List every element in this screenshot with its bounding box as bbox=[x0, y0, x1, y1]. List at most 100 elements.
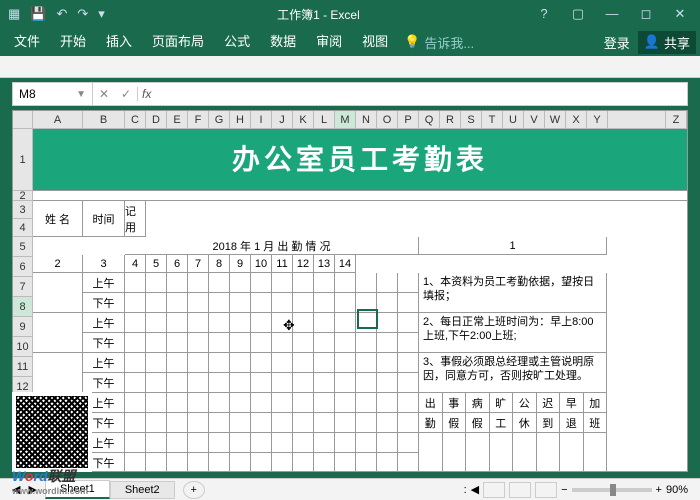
col-header[interactable]: K bbox=[293, 111, 314, 129]
col-header[interactable]: T bbox=[482, 111, 503, 129]
row-header[interactable]: 3 bbox=[13, 201, 33, 219]
qat-more-icon[interactable]: ▾ bbox=[98, 6, 105, 22]
cancel-icon[interactable]: ✕ bbox=[93, 87, 115, 101]
col-header[interactable]: V bbox=[524, 111, 545, 129]
enter-icon[interactable]: ✓ bbox=[115, 87, 137, 101]
cell[interactable]: 姓 名 bbox=[33, 201, 83, 237]
col-header[interactable]: D bbox=[146, 111, 167, 129]
row-header[interactable]: 7 bbox=[13, 277, 33, 297]
tab-view[interactable]: 视图 bbox=[352, 28, 398, 56]
tell-me[interactable]: 💡告诉我... bbox=[398, 33, 480, 52]
view-layout-icon[interactable] bbox=[509, 482, 531, 498]
cell[interactable]: 13 bbox=[314, 255, 335, 273]
cell[interactable]: 出 bbox=[419, 393, 443, 413]
cell[interactable] bbox=[33, 273, 83, 313]
row-header[interactable]: 8 bbox=[13, 297, 33, 317]
col-header[interactable]: Q bbox=[419, 111, 440, 129]
cell[interactable]: 2 bbox=[33, 255, 83, 273]
cell[interactable]: 下午 bbox=[83, 333, 125, 353]
cell[interactable]: 下午 bbox=[83, 373, 125, 393]
cell[interactable]: 9 bbox=[230, 255, 251, 273]
col-header[interactable]: W bbox=[545, 111, 566, 129]
col-header[interactable]: H bbox=[230, 111, 251, 129]
row-header[interactable]: 2 bbox=[13, 191, 33, 201]
view-normal-icon[interactable] bbox=[483, 482, 505, 498]
login-link[interactable]: 登录 bbox=[604, 33, 630, 52]
scroll-left-icon[interactable]: ◀ bbox=[471, 483, 479, 496]
col-header[interactable]: Y bbox=[587, 111, 608, 129]
share-button[interactable]: 👤共享 bbox=[638, 31, 696, 54]
sheet-tab-2[interactable]: Sheet2 bbox=[110, 481, 175, 499]
cell[interactable]: 3 bbox=[83, 255, 125, 273]
cell[interactable]: 8 bbox=[209, 255, 230, 273]
cell[interactable]: 6 bbox=[167, 255, 188, 273]
col-header[interactable]: N bbox=[356, 111, 377, 129]
col-header[interactable]: G bbox=[209, 111, 230, 129]
tab-home[interactable]: 开始 bbox=[50, 28, 96, 56]
col-header[interactable] bbox=[608, 111, 666, 129]
tab-review[interactable]: 审阅 bbox=[306, 28, 352, 56]
col-header[interactable]: C bbox=[125, 111, 146, 129]
tab-insert[interactable]: 插入 bbox=[96, 28, 142, 56]
cell[interactable]: 上午 bbox=[83, 353, 125, 373]
cell[interactable]: 下午 bbox=[83, 293, 125, 313]
col-header[interactable]: J bbox=[272, 111, 293, 129]
cell[interactable]: 10 bbox=[251, 255, 272, 273]
col-header[interactable]: L bbox=[314, 111, 335, 129]
cell[interactable]: 2、每日正常上班时间为：早上8:00上班,下午2:00上班; bbox=[419, 313, 607, 353]
cell[interactable]: 14 bbox=[335, 255, 356, 273]
cell[interactable]: 11 bbox=[272, 255, 293, 273]
cell[interactable] bbox=[33, 313, 83, 353]
cell[interactable]: 7 bbox=[188, 255, 209, 273]
row-header[interactable]: 10 bbox=[13, 337, 33, 357]
col-header[interactable]: P bbox=[398, 111, 419, 129]
col-header[interactable]: Z bbox=[666, 111, 687, 129]
select-all-corner[interactable] bbox=[13, 111, 33, 129]
tab-formula[interactable]: 公式 bbox=[214, 28, 260, 56]
close-icon[interactable]: ✕ bbox=[666, 6, 694, 22]
cell[interactable]: 1、本资料为员工考勤依据，望按日填报； bbox=[419, 273, 607, 313]
col-header[interactable]: E bbox=[167, 111, 188, 129]
zoom-out-icon[interactable]: − bbox=[561, 484, 567, 496]
cell[interactable]: 考勤记用符号 bbox=[125, 201, 146, 237]
namebox-dropdown-icon[interactable]: ▼ bbox=[76, 89, 86, 100]
col-header[interactable]: R bbox=[440, 111, 461, 129]
fx-icon[interactable]: fx bbox=[138, 87, 155, 101]
zoom-in-icon[interactable]: + bbox=[656, 484, 662, 496]
cell[interactable]: 时间 bbox=[83, 201, 125, 237]
cell[interactable]: 5 bbox=[146, 255, 167, 273]
col-header[interactable]: O bbox=[377, 111, 398, 129]
col-header[interactable]: S bbox=[461, 111, 482, 129]
col-header[interactable]: B bbox=[83, 111, 125, 129]
col-header[interactable]: X bbox=[566, 111, 587, 129]
tab-file[interactable]: 文件 bbox=[4, 28, 50, 56]
cell[interactable]: 4 bbox=[125, 255, 146, 273]
undo-icon[interactable]: ↶ bbox=[56, 6, 67, 22]
ribbon-opts-icon[interactable]: ▢ bbox=[564, 6, 592, 22]
cell[interactable]: 12 bbox=[293, 255, 314, 273]
maximize-icon[interactable]: ◻ bbox=[632, 6, 660, 22]
row-header[interactable]: 1 bbox=[13, 129, 33, 191]
cell[interactable]: 3、事假必须跟总经理或主管说明原因，同意方可，否则按旷工处理。 bbox=[419, 353, 607, 393]
row-header[interactable]: 9 bbox=[13, 317, 33, 337]
add-sheet-icon[interactable]: + bbox=[183, 481, 205, 499]
zoom-slider[interactable] bbox=[572, 488, 652, 492]
redo-icon[interactable]: ↷ bbox=[77, 6, 88, 22]
col-header[interactable]: M bbox=[335, 111, 356, 129]
row-header[interactable]: 4 bbox=[13, 219, 33, 237]
col-header[interactable]: A bbox=[33, 111, 83, 129]
col-header[interactable]: F bbox=[188, 111, 209, 129]
spreadsheet-grid[interactable]: A B C D E F G H I J K L M N O P Q R S T … bbox=[12, 110, 688, 472]
view-break-icon[interactable] bbox=[535, 482, 557, 498]
col-header[interactable]: I bbox=[251, 111, 272, 129]
row-header[interactable]: 5 bbox=[13, 237, 33, 257]
row-header[interactable]: 6 bbox=[13, 257, 33, 277]
cell[interactable]: 2018 年 1 月 出 勤 情 况 bbox=[125, 237, 419, 255]
row-header[interactable]: 11 bbox=[13, 357, 33, 377]
cell[interactable] bbox=[33, 353, 83, 393]
zoom-level[interactable]: 90% bbox=[666, 484, 688, 496]
sheet-title[interactable]: 办公室员工考勤表 bbox=[33, 129, 687, 191]
save-icon[interactable]: 💾 bbox=[30, 6, 46, 22]
minimize-icon[interactable]: — bbox=[598, 6, 626, 22]
help-icon[interactable]: ? bbox=[530, 6, 558, 22]
